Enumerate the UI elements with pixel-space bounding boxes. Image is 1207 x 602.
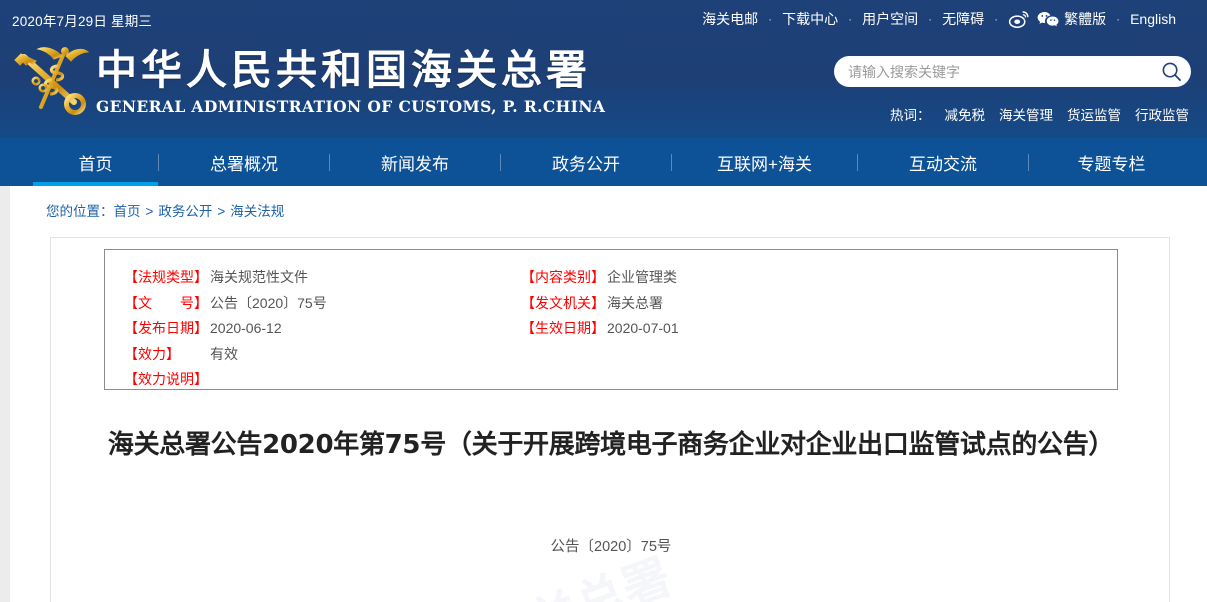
weibo-icon[interactable]: [999, 10, 1029, 28]
search-button[interactable]: [1151, 56, 1191, 87]
breadcrumb-item-regulations[interactable]: 海关法规: [230, 204, 284, 219]
hot-words: 热词： 减免税 海关管理 货运监管 行政监管: [890, 104, 1189, 124]
breadcrumb-item-home[interactable]: 首页: [114, 204, 141, 219]
search-icon: [1162, 62, 1181, 81]
document-title: 海关总署公告2020年第75号（关于开展跨境电子商务企业对企业出口监管试点的公告…: [107, 430, 1115, 460]
metadata-grid: 【法规类型】 海关规范性文件 【内容类别】 企业管理类 【文 号】 公告〔202…: [105, 250, 1117, 395]
metadata-cell: 【文 号】 公告〔2020〕75号: [124, 293, 521, 313]
hot-word-3[interactable]: 货运监管: [1067, 108, 1121, 123]
metadata-value: 2020-06-12: [210, 320, 282, 336]
metadata-key: 【内容类别】: [521, 269, 605, 285]
breadcrumb-item-affairs[interactable]: 政务公开: [158, 204, 212, 219]
metadata-cell: 【效力】 有效: [124, 344, 521, 364]
logo-text-block: 中华人民共和国海关总署 GENERAL ADMINISTRATION OF CU…: [96, 46, 606, 116]
article-card: 【法规类型】 海关规范性文件 【内容类别】 企业管理类 【文 号】 公告〔202…: [50, 237, 1170, 602]
metadata-value: 海关规范性文件: [210, 269, 308, 285]
hot-word-1[interactable]: 减免税: [945, 108, 986, 123]
metadata-key: 【发布日期】: [124, 320, 208, 336]
metadata-value: 有效: [210, 345, 238, 362]
metadata-value: 海关总署: [607, 294, 663, 311]
top-link-english[interactable]: English: [1121, 11, 1185, 27]
metadata-cell: 【发文机关】 海关总署: [521, 293, 663, 313]
hot-word-4[interactable]: 行政监管: [1135, 108, 1189, 123]
metadata-key: 【文 号】: [124, 294, 208, 311]
hot-words-label: 热词：: [890, 108, 931, 123]
top-link-email[interactable]: 海关电邮: [693, 9, 767, 29]
metadata-key: 【法规类型】: [124, 269, 208, 285]
metadata-key: 【发文机关】: [521, 294, 605, 311]
metadata-row: 【发布日期】 2020-06-12 【生效日期】 2020-07-01: [124, 318, 1117, 344]
metadata-row: 【文 号】 公告〔2020〕75号 【发文机关】 海关总署: [124, 293, 1117, 319]
metadata-cell: 【法规类型】 海关规范性文件: [124, 267, 521, 287]
hot-word-2[interactable]: 海关管理: [999, 108, 1053, 123]
metadata-key: 【效力】: [124, 345, 180, 362]
page-content: 您的位置：首页 > 政务公开 > 海关法规 【法规类型】 海关规范性文件 【内容类别】 …: [10, 186, 1207, 602]
document-metadata-box: 【法规类型】 海关规范性文件 【内容类别】 企业管理类 【文 号】 公告〔202…: [104, 249, 1118, 390]
metadata-row: 【法规类型】 海关规范性文件 【内容类别】 企业管理类: [124, 267, 1117, 293]
page-root: 2020年7月29日 星期三 海关电邮 · 下载中心 · 用户空间 · 无障碍 …: [0, 0, 1207, 602]
nav-item-interaction[interactable]: 互动交流: [858, 150, 1028, 175]
document-number: 公告〔2020〕75号: [550, 539, 672, 555]
customs-emblem-icon: [8, 40, 92, 124]
header-utility-links: 海关电邮 · 下载中心 · 用户空间 · 无障碍 · · · 繁體版 · Eng…: [693, 9, 1185, 29]
top-link-download-center[interactable]: 下载中心: [773, 9, 847, 29]
metadata-row: 【效力说明】: [124, 369, 1117, 395]
search-input[interactable]: [834, 63, 1151, 80]
nav-item-internet-plus[interactable]: 互联网+海关: [672, 150, 857, 175]
metadata-cell: 【生效日期】 2020-07-01: [521, 318, 679, 338]
nav-item-home[interactable]: 首页: [33, 150, 158, 175]
breadcrumb-separator: >: [217, 204, 226, 219]
site-header: 2020年7月29日 星期三 海关电邮 · 下载中心 · 用户空间 · 无障碍 …: [0, 0, 1207, 138]
metadata-row: 【效力】 有效: [124, 344, 1117, 370]
nav-item-affairs[interactable]: 政务公开: [501, 150, 671, 175]
nav-item-news[interactable]: 新闻发布: [330, 150, 500, 175]
top-link-accessibility[interactable]: 无障碍: [933, 9, 993, 29]
breadcrumb-prefix: 您的位置：: [46, 204, 114, 219]
metadata-value: 公告〔2020〕75号: [210, 294, 327, 311]
metadata-value: 2020-07-01: [607, 320, 679, 336]
metadata-cell: 【内容类别】 企业管理类: [521, 267, 677, 287]
logo-title-cn: 中华人民共和国海关总署: [96, 46, 591, 95]
current-date: 2020年7月29日 星期三: [12, 14, 153, 29]
nav-item-overview[interactable]: 总署概况: [159, 150, 329, 175]
wechat-icon[interactable]: [1027, 10, 1059, 28]
logo-title-en: GENERAL ADMINISTRATION OF CUSTOMS, P. R.…: [96, 96, 606, 116]
nav-items: 首页 总署概况 新闻发布 政务公开 互联网+海关 互动交流 专题专栏: [0, 150, 1207, 175]
search-bar[interactable]: [834, 56, 1191, 87]
metadata-value: 企业管理类: [607, 269, 677, 285]
nav-item-special-topics[interactable]: 专题专栏: [1029, 150, 1194, 175]
metadata-cell: 【效力说明】: [124, 369, 521, 389]
breadcrumb-separator: >: [145, 204, 154, 219]
top-link-traditional-chinese[interactable]: 繁體版: [1055, 9, 1115, 29]
breadcrumb: 您的位置：首页 > 政务公开 > 海关法规: [10, 186, 1207, 220]
metadata-cell: 【发布日期】 2020-06-12: [124, 318, 521, 338]
metadata-key: 【效力说明】: [124, 371, 208, 387]
top-link-user-space[interactable]: 用户空间: [853, 9, 927, 29]
site-logo[interactable]: 中华人民共和国海关总署 GENERAL ADMINISTRATION OF CU…: [8, 40, 605, 124]
main-navigation: 首页 总署概况 新闻发布 政务公开 互联网+海关 互动交流 专题专栏: [0, 138, 1207, 186]
metadata-key: 【生效日期】: [521, 320, 605, 336]
left-rail: [0, 186, 10, 602]
